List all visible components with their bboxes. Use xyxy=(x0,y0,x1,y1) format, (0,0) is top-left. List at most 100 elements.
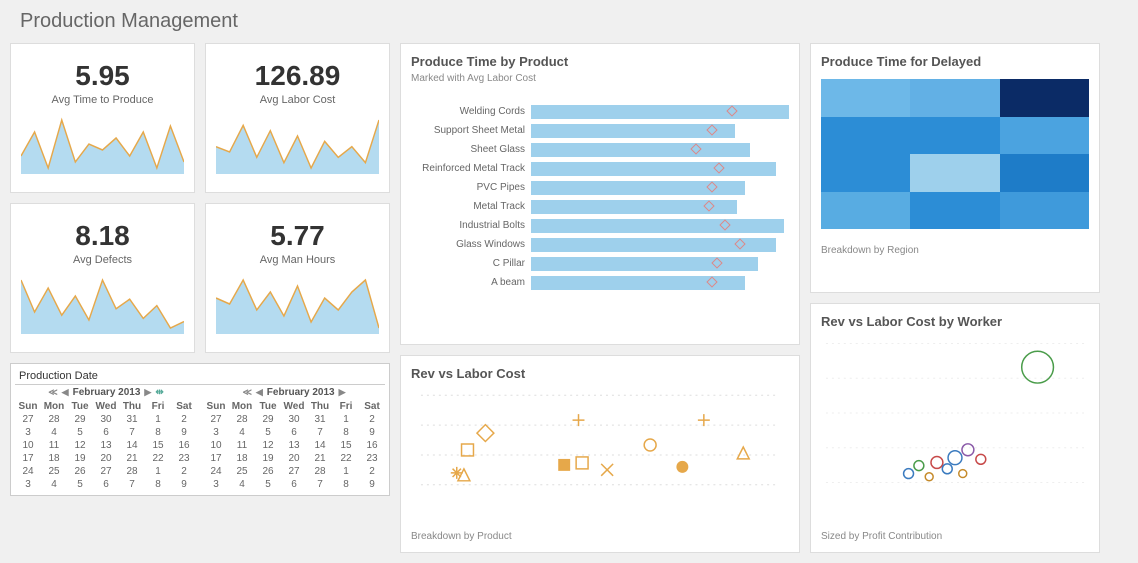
calendar-day[interactable]: 17 xyxy=(203,452,229,465)
heatmap-cell[interactable] xyxy=(910,154,999,192)
calendar-day[interactable]: 29 xyxy=(67,413,93,426)
calendar-day[interactable]: 19 xyxy=(255,452,281,465)
rev-vs-labor-card[interactable]: Rev vs Labor Cost Breakdown by Product xyxy=(400,355,800,553)
calendar-day[interactable]: 28 xyxy=(229,413,255,426)
calendar-day[interactable]: 1 xyxy=(145,465,171,478)
calendar-day[interactable]: 31 xyxy=(307,413,333,426)
calendar-day[interactable]: 14 xyxy=(119,439,145,452)
produce-time-delayed-card[interactable]: Produce Time for Delayed Breakdown by Re… xyxy=(810,43,1100,293)
calendar-day[interactable]: 3 xyxy=(203,478,229,491)
bar-row[interactable]: Industrial Bolts xyxy=(411,216,789,235)
calendar-day[interactable]: 2 xyxy=(359,413,385,426)
calendar-day[interactable]: 30 xyxy=(93,413,119,426)
calendar-day[interactable]: 1 xyxy=(333,465,359,478)
calendar-day[interactable]: 8 xyxy=(333,478,359,491)
calendar-day[interactable]: 7 xyxy=(119,478,145,491)
calendar-day[interactable]: 27 xyxy=(93,465,119,478)
calendar-day[interactable]: 30 xyxy=(281,413,307,426)
kpi-card-man-hours[interactable]: 5.77 Avg Man Hours xyxy=(205,203,390,353)
bar-row[interactable]: Support Sheet Metal xyxy=(411,121,789,140)
calendar-prev-icon[interactable]: ◀ xyxy=(62,387,69,398)
kpi-card-labor-cost[interactable]: 126.89 Avg Labor Cost xyxy=(205,43,390,193)
calendar-day[interactable]: 25 xyxy=(229,465,255,478)
production-date-calendar[interactable]: Production Date ≪ ◀ February 2013 ▶ ⇹ Su… xyxy=(10,363,390,496)
calendar-next-icon[interactable]: ▶ xyxy=(339,387,346,398)
calendar-day[interactable]: 7 xyxy=(307,478,333,491)
calendar-day[interactable]: 15 xyxy=(333,439,359,452)
calendar-day[interactable]: 4 xyxy=(229,426,255,439)
calendar-fast-prev-icon[interactable]: ≪ xyxy=(48,387,57,398)
calendar-day[interactable]: 17 xyxy=(15,452,41,465)
calendar-day[interactable]: 10 xyxy=(15,439,41,452)
bar-row[interactable]: Glass Windows xyxy=(411,235,789,254)
calendar-day[interactable]: 15 xyxy=(145,439,171,452)
calendar-day[interactable]: 7 xyxy=(119,426,145,439)
calendar-day[interactable]: 2 xyxy=(359,465,385,478)
calendar-day[interactable]: 9 xyxy=(359,478,385,491)
heatmap-cell[interactable] xyxy=(910,192,999,230)
calendar-day[interactable]: 20 xyxy=(93,452,119,465)
calendar-day[interactable]: 1 xyxy=(333,413,359,426)
calendar-day[interactable]: 4 xyxy=(41,478,67,491)
heatmap-cell[interactable] xyxy=(910,79,999,117)
calendar-day[interactable]: 19 xyxy=(67,452,93,465)
calendar-prev-icon[interactable]: ◀ xyxy=(256,387,263,398)
kpi-card-defects[interactable]: 8.18 Avg Defects xyxy=(10,203,195,353)
calendar-day[interactable]: 24 xyxy=(15,465,41,478)
bar-row[interactable]: Welding Cords xyxy=(411,102,789,121)
bar-row[interactable]: Reinforced Metal Track xyxy=(411,159,789,178)
scatter-svg[interactable] xyxy=(411,385,789,505)
calendar-day[interactable]: 21 xyxy=(119,452,145,465)
heatmap-cell[interactable] xyxy=(821,79,910,117)
bubble-area[interactable] xyxy=(821,333,1089,521)
calendar-day[interactable]: 5 xyxy=(67,478,93,491)
bar-row[interactable]: Sheet Glass xyxy=(411,140,789,159)
calendar-day[interactable]: 3 xyxy=(203,426,229,439)
calendar-day[interactable]: 27 xyxy=(281,465,307,478)
calendar-day[interactable]: 29 xyxy=(255,413,281,426)
calendar-day[interactable]: 14 xyxy=(307,439,333,452)
calendar-day[interactable]: 12 xyxy=(255,439,281,452)
calendar-day[interactable]: 28 xyxy=(119,465,145,478)
calendar-day[interactable]: 12 xyxy=(67,439,93,452)
heatmap-cell[interactable] xyxy=(821,192,910,230)
heatmap-cell[interactable] xyxy=(1000,79,1089,117)
calendar-day[interactable]: 23 xyxy=(359,452,385,465)
calendar-day[interactable]: 6 xyxy=(281,478,307,491)
calendar-day[interactable]: 9 xyxy=(359,426,385,439)
calendar-day[interactable]: 3 xyxy=(15,478,41,491)
bar-chart[interactable]: Welding CordsSupport Sheet MetalSheet Gl… xyxy=(411,102,789,292)
calendar-day[interactable]: 28 xyxy=(41,413,67,426)
heatmap-cell[interactable] xyxy=(1000,192,1089,230)
calendar-range-slider-icon[interactable]: ⇹ xyxy=(155,387,163,398)
calendar-day[interactable]: 6 xyxy=(281,426,307,439)
heatmap-cell[interactable] xyxy=(821,154,910,192)
calendar-day[interactable]: 18 xyxy=(229,452,255,465)
kpi-card-time-to-produce[interactable]: 5.95 Avg Time to Produce xyxy=(10,43,195,193)
calendar-day[interactable]: 28 xyxy=(307,465,333,478)
heatmap-cell[interactable] xyxy=(821,117,910,155)
calendar-day[interactable]: 9 xyxy=(171,426,197,439)
calendar-day[interactable]: 8 xyxy=(333,426,359,439)
calendar-day[interactable]: 22 xyxy=(333,452,359,465)
bar-row[interactable]: C Pillar xyxy=(411,254,789,273)
calendar-day[interactable]: 22 xyxy=(145,452,171,465)
calendar-grid[interactable]: SunMonTueWedThuFriSat2728293031123456789… xyxy=(203,400,385,491)
calendar-day[interactable]: 2 xyxy=(171,465,197,478)
calendar-day[interactable]: 8 xyxy=(145,426,171,439)
calendar-day[interactable]: 6 xyxy=(93,478,119,491)
calendar-day[interactable]: 31 xyxy=(119,413,145,426)
calendar-day[interactable]: 16 xyxy=(359,439,385,452)
calendar-day[interactable]: 13 xyxy=(281,439,307,452)
scatter-area[interactable] xyxy=(411,385,789,521)
bar-row[interactable]: Metal Track xyxy=(411,197,789,216)
calendar-day[interactable]: 24 xyxy=(203,465,229,478)
calendar-day[interactable]: 27 xyxy=(15,413,41,426)
calendar-day[interactable]: 23 xyxy=(171,452,197,465)
calendar-day[interactable]: 4 xyxy=(229,478,255,491)
calendar-next-icon[interactable]: ▶ xyxy=(144,387,151,398)
calendar-day[interactable]: 9 xyxy=(171,478,197,491)
calendar-day[interactable]: 5 xyxy=(255,478,281,491)
calendar-day[interactable]: 3 xyxy=(15,426,41,439)
calendar-day[interactable]: 5 xyxy=(67,426,93,439)
